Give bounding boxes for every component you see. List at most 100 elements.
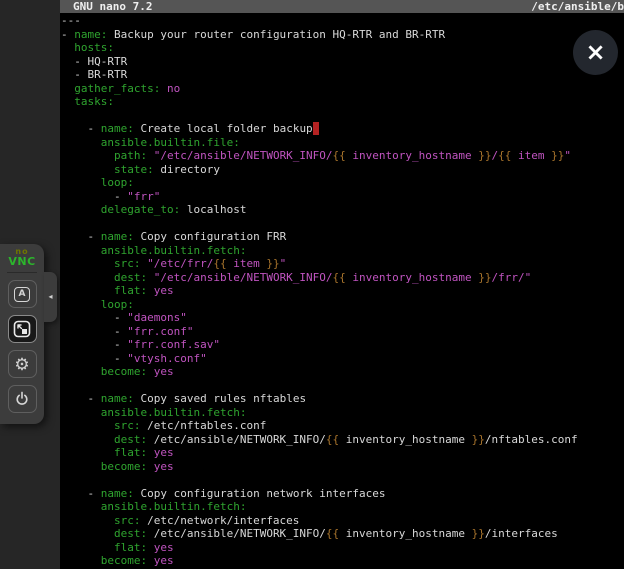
code-line: - "vtysh.conf" xyxy=(61,352,624,366)
code-span: gather_facts: xyxy=(74,82,160,95)
code-line: gather_facts: no xyxy=(61,82,624,96)
close-button[interactable]: × xyxy=(573,30,618,75)
code-span xyxy=(61,446,114,459)
code-span xyxy=(61,406,101,419)
code-span: - xyxy=(61,392,101,405)
code-line: ansible.builtin.fetch: xyxy=(61,500,624,514)
code-span: Copy configuration FRR xyxy=(134,230,286,243)
code-line: become: yes xyxy=(61,554,624,568)
code-span: ansible.builtin.fetch: xyxy=(101,244,247,257)
code-line: flat: yes xyxy=(61,541,624,555)
code-span: - xyxy=(61,230,101,243)
code-span xyxy=(61,271,114,284)
code-line: - "frr.conf.sav" xyxy=(61,338,624,352)
code-line: become: yes xyxy=(61,365,624,379)
code-span: yes xyxy=(154,365,174,378)
code-span: flat: xyxy=(114,284,147,297)
code-span: "frr.conf.sav" xyxy=(127,338,220,351)
code-span: - xyxy=(61,338,127,351)
code-line: flat: yes xyxy=(61,446,624,460)
code-span: yes xyxy=(154,554,174,567)
code-span: name: xyxy=(101,122,134,135)
collapse-left-icon: ◂ xyxy=(48,293,52,301)
code-span xyxy=(147,446,154,459)
code-span: flat: xyxy=(114,446,147,459)
code-line: - HQ-RTR xyxy=(61,55,624,69)
code-span: loop: xyxy=(101,176,134,189)
code-span: " xyxy=(280,257,287,270)
code-span: yes xyxy=(154,460,174,473)
code-span: name: xyxy=(101,487,134,500)
code-span: - xyxy=(61,352,127,365)
code-span: - xyxy=(61,122,101,135)
code-span xyxy=(61,514,114,527)
code-line: dest: "/etc/ansible/NETWORK_INFO/{{ inve… xyxy=(61,271,624,285)
code-span: dest: xyxy=(114,271,147,284)
code-span: path: xyxy=(114,149,147,162)
control-bar-handle[interactable]: ◂ xyxy=(44,272,57,322)
code-span: name: xyxy=(101,230,134,243)
code-span: "vtysh.conf" xyxy=(127,352,206,365)
code-span: hosts: xyxy=(74,41,114,54)
code-span xyxy=(61,82,74,95)
code-span: yes xyxy=(154,446,174,459)
code-span: /etc/ansible/NETWORK_INFO/ xyxy=(147,527,326,540)
code-line: become: yes xyxy=(61,460,624,474)
code-span xyxy=(160,82,167,95)
code-span: "/etc/frr/ xyxy=(147,257,213,270)
code-span xyxy=(147,460,154,473)
code-span: flat: xyxy=(114,541,147,554)
code-line: flat: yes xyxy=(61,284,624,298)
code-span: {{ xyxy=(498,149,511,162)
code-line: loop: xyxy=(61,176,624,190)
code-span: - xyxy=(61,190,127,203)
code-span: Create local folder backup xyxy=(134,122,313,135)
code-line: - name: Copy configuration network inter… xyxy=(61,487,624,501)
code-span: state: xyxy=(114,163,154,176)
code-span: name: xyxy=(74,28,107,41)
code-span: inventory_hostname xyxy=(339,527,471,540)
code-line: state: directory xyxy=(61,163,624,177)
code-span: /interfaces xyxy=(485,527,558,540)
code-line: dest: /etc/ansible/NETWORK_INFO/{{ inven… xyxy=(61,433,624,447)
code-span: localhost xyxy=(180,203,246,216)
code-span: inventory_hostname xyxy=(339,433,471,446)
code-span xyxy=(61,41,74,54)
code-span xyxy=(147,541,154,554)
code-line xyxy=(61,217,624,231)
code-span: }} xyxy=(478,271,491,284)
code-span: - BR-RTR xyxy=(61,68,127,81)
settings-button[interactable]: ⚙ xyxy=(8,350,37,378)
code-span: /etc/network/interfaces xyxy=(140,514,299,527)
code-span: /etc/ansible/NETWORK_INFO/ xyxy=(147,433,326,446)
novnc-logo-vnc: VNC xyxy=(8,256,35,267)
code-span: - HQ-RTR xyxy=(61,55,127,68)
code-span: become: xyxy=(101,554,147,567)
code-line: - "daemons" xyxy=(61,311,624,325)
code-span: src: xyxy=(114,419,141,432)
editor-content[interactable]: ---- name: Backup your router configurat… xyxy=(61,14,624,569)
gear-icon: ⚙ xyxy=(14,356,29,373)
code-span: }} xyxy=(472,527,485,540)
code-span: Copy configuration network interfaces xyxy=(134,487,386,500)
code-span: /nftables.conf xyxy=(485,433,578,446)
code-span: Copy saved rules nftables xyxy=(134,392,306,405)
code-span: /etc/nftables.conf xyxy=(140,419,266,432)
nano-titlebar: GNU nano 7.2 /etc/ansible/b xyxy=(60,0,624,13)
code-line: - "frr" xyxy=(61,190,624,204)
code-span: "frr" xyxy=(127,190,160,203)
code-line: hosts: xyxy=(61,41,624,55)
power-button[interactable] xyxy=(8,385,37,413)
code-line: ansible.builtin.file: xyxy=(61,136,624,150)
code-span xyxy=(61,257,114,270)
code-span xyxy=(61,365,101,378)
power-icon xyxy=(14,391,30,407)
code-line xyxy=(61,109,624,123)
code-span: - xyxy=(61,487,101,500)
code-span xyxy=(147,284,154,297)
code-span: name: xyxy=(101,392,134,405)
keyboard-button[interactable]: A xyxy=(8,280,37,308)
fullscreen-button[interactable] xyxy=(8,315,37,343)
code-span: loop: xyxy=(101,298,134,311)
code-span xyxy=(147,149,154,162)
